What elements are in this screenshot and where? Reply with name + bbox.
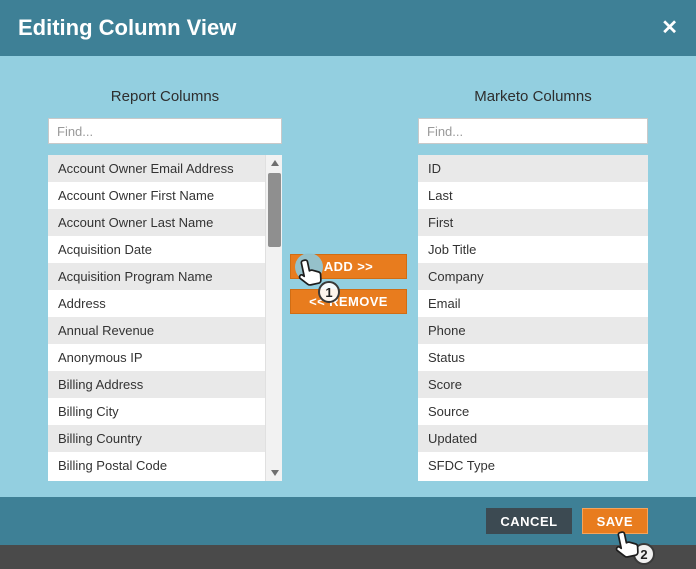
- report-columns-list: Account Owner Email Address Account Owner…: [48, 155, 282, 481]
- marketo-column-item[interactable]: Score: [418, 371, 648, 398]
- report-column-item[interactable]: Acquisition Program Name: [48, 263, 265, 290]
- report-column-item[interactable]: Annual Revenue: [48, 317, 265, 344]
- dialog-header: Editing Column View ✕: [0, 0, 696, 56]
- marketo-column-item[interactable]: Status: [418, 344, 648, 371]
- report-column-item[interactable]: Billing Country: [48, 425, 265, 452]
- dialog-footer: CANCEL SAVE: [0, 497, 696, 545]
- marketo-column-item[interactable]: Updated: [418, 425, 648, 452]
- report-column-item[interactable]: Billing Address: [48, 371, 265, 398]
- scroll-up-icon[interactable]: [266, 155, 282, 171]
- marketo-column-item[interactable]: SFDC Type: [418, 452, 648, 479]
- close-icon[interactable]: ✕: [661, 18, 678, 38]
- marketo-column-item[interactable]: Job Title: [418, 236, 648, 263]
- marketo-column-item[interactable]: Last: [418, 182, 648, 209]
- scroll-down-icon[interactable]: [266, 465, 282, 481]
- marketo-column-item[interactable]: First: [418, 209, 648, 236]
- scrollbar-thumb[interactable]: [268, 173, 281, 247]
- report-columns-find-input[interactable]: [48, 118, 282, 144]
- report-columns-heading: Report Columns: [110, 88, 220, 105]
- cancel-button[interactable]: CANCEL: [486, 508, 572, 534]
- marketo-columns-heading: Marketo Columns: [474, 88, 592, 105]
- dialog-title: Editing Column View: [18, 15, 237, 40]
- report-column-item[interactable]: Account Owner Last Name: [48, 209, 265, 236]
- marketo-column-item[interactable]: Email: [418, 290, 648, 317]
- report-column-item[interactable]: Billing Postal Code: [48, 452, 265, 479]
- report-column-item[interactable]: Billing City: [48, 398, 265, 425]
- report-column-item[interactable]: Account Owner Email Address: [48, 155, 265, 182]
- editing-column-view-dialog: Editing Column View ✕ Report Columns Mar…: [0, 0, 696, 569]
- dialog-body: Report Columns Marketo Columns Account O…: [0, 56, 696, 497]
- report-column-item[interactable]: Address: [48, 290, 265, 317]
- marketo-column-item[interactable]: Phone: [418, 317, 648, 344]
- scrollbar[interactable]: [265, 155, 282, 481]
- marketo-columns-list: ID Last First Job Title Company Email Phone Sta…: [418, 155, 648, 481]
- report-column-item[interactable]: Acquisition Date: [48, 236, 265, 263]
- marketo-columns-find-input[interactable]: [418, 118, 648, 144]
- report-column-item[interactable]: Account Owner First Name: [48, 182, 265, 209]
- page-background-strip: [0, 545, 696, 569]
- marketo-column-item[interactable]: ID: [418, 155, 648, 182]
- report-column-item[interactable]: Anonymous IP: [48, 344, 265, 371]
- marketo-column-item[interactable]: Company: [418, 263, 648, 290]
- marketo-column-item[interactable]: Source: [418, 398, 648, 425]
